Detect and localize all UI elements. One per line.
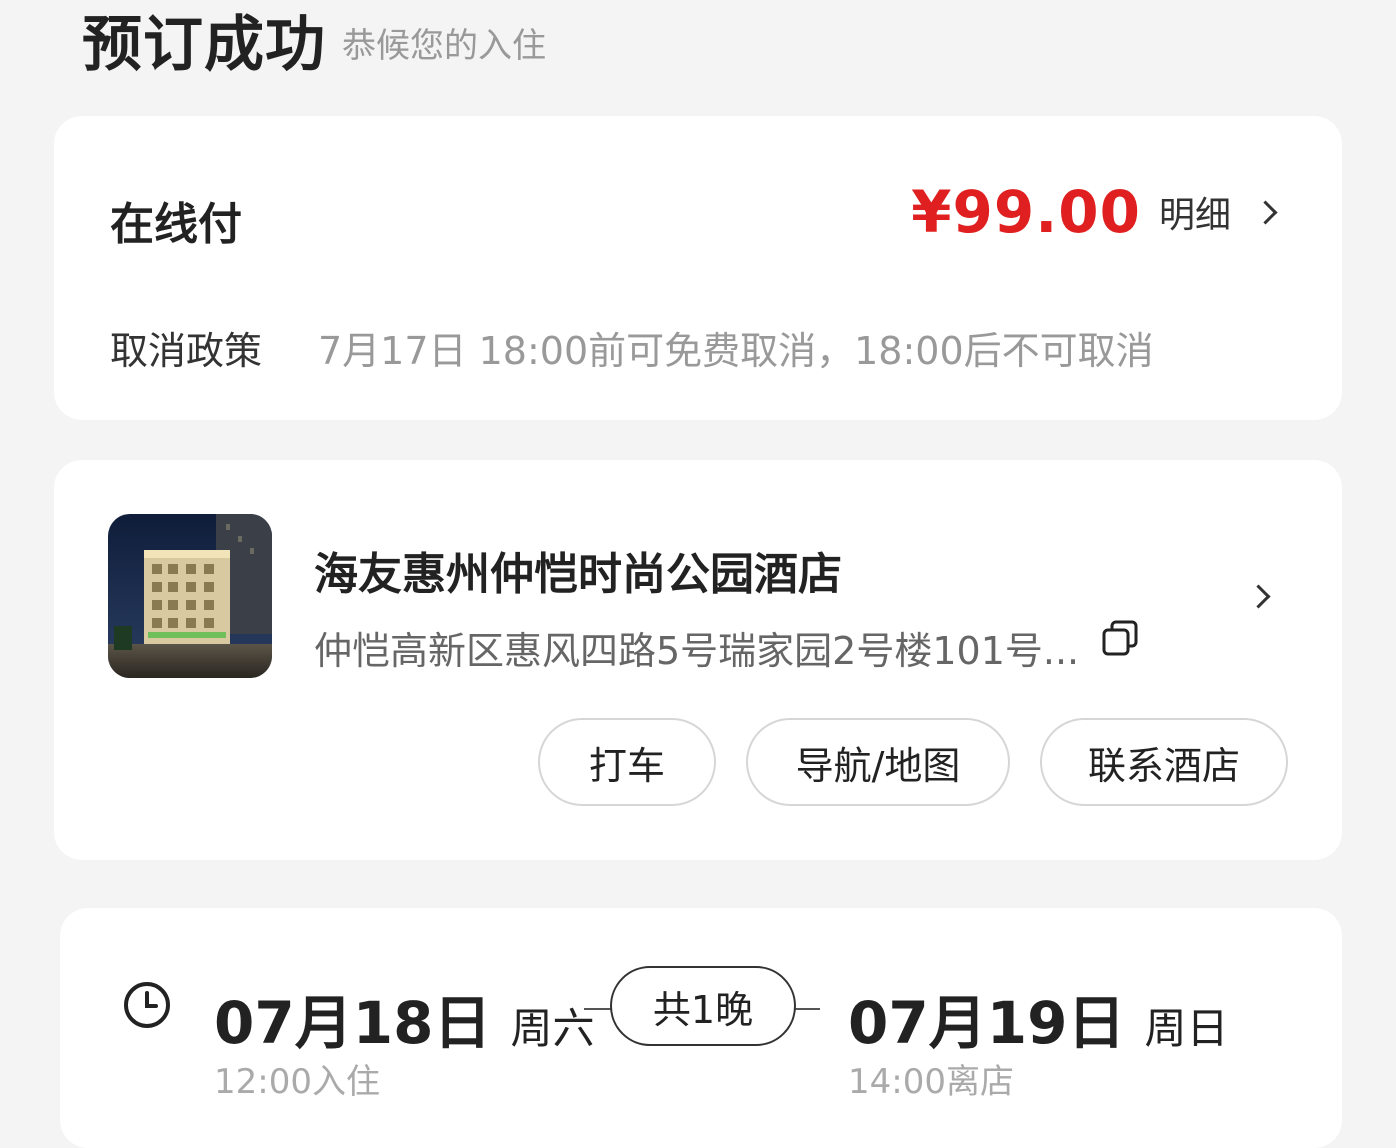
contact-hotel-button[interactable]: 联系酒店 xyxy=(1040,718,1288,806)
page-header: 预订成功 恭候您的入住 xyxy=(82,0,546,80)
chevron-right-icon xyxy=(1253,199,1278,225)
navigation-map-button[interactable]: 导航/地图 xyxy=(746,718,1010,806)
clock-icon xyxy=(122,980,172,1030)
cancel-policy-label: 取消政策 xyxy=(110,329,263,373)
nights-badge: 共1晚 xyxy=(610,966,796,1046)
taxi-button[interactable]: 打车 xyxy=(538,718,716,806)
checkout-time: 14:00离店 xyxy=(848,1062,1014,1102)
hotel-address: 仲恺高新区惠风四路5号瑞家园2号楼101号... xyxy=(314,629,1080,673)
hotel-photo[interactable] xyxy=(108,514,272,678)
checkout-date-value: 07月19日 xyxy=(848,989,1126,1057)
price-detail-link[interactable]: ¥99.00 明细 xyxy=(911,178,1278,246)
payment-card: 在线付 ¥99.00 明细 取消政策 7月17日 18:00前可免费取消，18:… xyxy=(54,116,1342,420)
hotel-card[interactable]: 海友惠州仲恺时尚公园酒店 仲恺高新区惠风四路5号瑞家园2号楼101号... 打车… xyxy=(54,460,1342,860)
checkin-weekday: 周六 xyxy=(510,1004,595,1053)
price-amount: ¥99.00 xyxy=(911,178,1141,246)
hotel-name[interactable]: 海友惠州仲恺时尚公园酒店 xyxy=(314,538,842,602)
checkin-date: 07月18日 周六 xyxy=(214,976,595,1060)
payment-method-label: 在线付 xyxy=(110,199,242,250)
stay-dates-card: 07月18日 周六 12:00入住 共1晚 07月19日 周日 14:00离店 xyxy=(60,908,1342,1148)
chevron-right-icon[interactable] xyxy=(1246,584,1271,609)
checkin-date-value: 07月18日 xyxy=(214,989,492,1057)
checkout-weekday: 周日 xyxy=(1144,1004,1229,1053)
checkout-date: 07月19日 周日 xyxy=(848,976,1229,1060)
copy-icon[interactable] xyxy=(1100,618,1140,658)
checkin-time: 12:00入住 xyxy=(214,1062,380,1102)
page-title: 预订成功 xyxy=(82,9,326,80)
price-detail-label: 明细 xyxy=(1158,195,1231,236)
cancel-policy-text: 7月17日 18:00前可免费取消，18:00后不可取消 xyxy=(318,329,1154,373)
page-subtitle: 恭候您的入住 xyxy=(342,25,546,66)
